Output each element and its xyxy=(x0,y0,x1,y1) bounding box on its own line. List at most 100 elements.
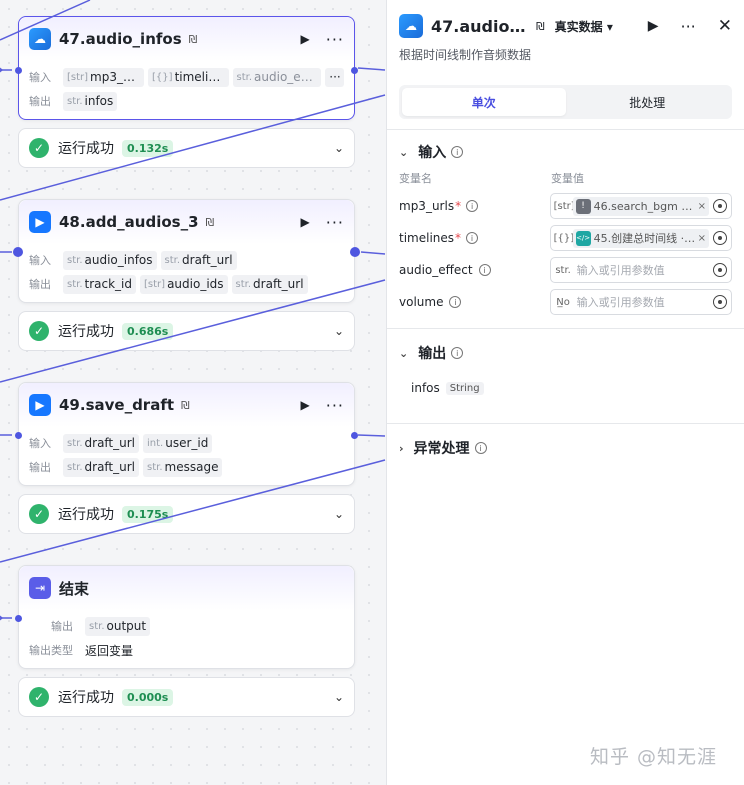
input-port[interactable] xyxy=(15,615,22,622)
run-test-button[interactable]: ▶ xyxy=(648,18,659,34)
more-options-button[interactable]: ··· xyxy=(326,213,344,232)
output-type: String xyxy=(445,381,484,395)
input-port[interactable] xyxy=(13,247,23,257)
node-inputs: 输入 [str] mp3_urls [{}] timelines str. audio… xyxy=(29,65,344,89)
node-add-audios[interactable]: ▶ 48.add_audios_3 ₪ ▶ ··· 输入 str. audio_i… xyxy=(13,199,360,303)
plugin-play-icon: ▶ xyxy=(29,394,51,416)
run-node-button[interactable]: ▶ xyxy=(301,215,310,229)
run-node-button[interactable]: ▶ xyxy=(301,398,310,412)
param-value-timelines[interactable]: [{}] </> 45.创建总时间线 · all_timelines × xyxy=(549,225,732,251)
value-input[interactable]: 输入或引用参数值 xyxy=(573,294,709,310)
info-icon[interactable]: i xyxy=(474,442,487,454)
outputs-label: 输出 xyxy=(29,278,51,291)
note-icon[interactable]: ₪ xyxy=(536,20,545,33)
param-name: timelines * i xyxy=(399,231,550,245)
col-name-label: 变量名 xyxy=(399,172,432,185)
node-end[interactable]: ⇥ 结束 输出 str. output 输出类型 返回变量 xyxy=(15,565,355,669)
input-tag-mp3-urls: [str] mp3_urls xyxy=(63,67,145,87)
output-name: infos xyxy=(411,381,440,395)
more-options-button[interactable]: ··· xyxy=(326,30,344,49)
info-icon[interactable]: i xyxy=(451,347,464,359)
output-port[interactable] xyxy=(351,432,358,439)
run-time-badge: 0.686s xyxy=(122,322,174,340)
close-icon[interactable]: × xyxy=(698,233,706,244)
close-icon[interactable]: ✕ xyxy=(718,16,732,36)
chevron-down-icon[interactable]: ⌄ xyxy=(334,324,344,338)
node-title: 49.save_draft xyxy=(59,396,175,414)
variable-picker-icon[interactable] xyxy=(713,231,727,245)
output-type-value: 返回变量 xyxy=(85,643,134,658)
reference-text: 46.search_bgm · bgm xyxy=(593,199,696,213)
panel-description: 根据时间线制作音频数据 xyxy=(399,48,532,62)
node-header[interactable]: ☁ 47.audio_infos ₪ ▶ ··· xyxy=(19,17,354,61)
tab-batch[interactable]: 批处理 xyxy=(566,88,730,116)
variable-picker-icon[interactable] xyxy=(713,263,727,277)
note-icon[interactable]: ₪ xyxy=(206,216,215,229)
node-outputs: 输出 str. draft_url str. message xyxy=(29,455,344,479)
chevron-down-icon[interactable]: ⌄ xyxy=(334,141,344,155)
node-header[interactable]: ▶ 48.add_audios_3 ₪ ▶ ··· xyxy=(19,200,354,244)
note-icon[interactable]: ₪ xyxy=(181,399,190,412)
param-column-header: 变量名 变量值 xyxy=(387,166,744,190)
data-mode-dropdown[interactable]: 真实数据 ▾ xyxy=(555,18,613,35)
input-port[interactable] xyxy=(15,67,22,74)
chevron-down-icon[interactable]: ⌄ xyxy=(399,347,408,360)
chevron-down-icon[interactable]: ⌄ xyxy=(399,146,408,159)
run-status-bar[interactable]: ✓ 运行成功 0.686s ⌄ xyxy=(18,311,355,351)
node-outputs: 输出 str. track_id [str] audio_ids str. draft… xyxy=(29,272,344,296)
more-options-button[interactable]: ··· xyxy=(326,396,344,415)
info-icon[interactable]: i xyxy=(451,146,464,158)
info-icon[interactable]: i xyxy=(466,200,479,212)
param-value-volume[interactable]: N̲o 输入或引用参数值 xyxy=(549,289,732,315)
node-save-draft[interactable]: ▶ 49.save_draft ₪ ▶ ··· 输入 str. draft_url… xyxy=(15,382,358,486)
output-section-header[interactable]: ⌄ 输出 i xyxy=(387,339,744,367)
node-header[interactable]: ▶ 49.save_draft ₪ ▶ ··· xyxy=(19,383,354,427)
note-icon[interactable]: ₪ xyxy=(189,33,198,46)
reference-chip[interactable]: </> 45.创建总时间线 · all_timelines × xyxy=(572,228,709,248)
info-icon[interactable]: i xyxy=(466,232,479,244)
chevron-down-icon[interactable]: ⌄ xyxy=(334,507,344,521)
col-value-label: 变量值 xyxy=(551,172,584,185)
chevron-down-icon[interactable]: ⌄ xyxy=(334,690,344,704)
outputs-label: 输出 xyxy=(51,620,73,633)
info-icon[interactable]: i xyxy=(449,296,462,308)
run-time-badge: 0.132s xyxy=(122,139,174,157)
error-section-header[interactable]: › 异常处理 i xyxy=(387,434,744,462)
outputs-label: 输出 xyxy=(29,95,51,108)
param-value-audio-effect[interactable]: str. 输入或引用参数值 xyxy=(549,257,732,283)
chevron-right-icon[interactable]: › xyxy=(399,442,404,455)
more-inputs-tag[interactable]: ··· xyxy=(325,67,344,87)
node-title: 结束 xyxy=(59,579,90,598)
variable-picker-icon[interactable] xyxy=(713,295,727,309)
info-icon[interactable]: i xyxy=(478,264,491,276)
run-status-bar[interactable]: ✓ 运行成功 0.132s ⌄ xyxy=(18,128,355,168)
node-header[interactable]: ⇥ 结束 xyxy=(19,566,354,610)
input-section-header[interactable]: ⌄ 输入 i xyxy=(387,138,744,166)
node-title: 47.audio_infos xyxy=(59,30,182,48)
run-status-bar[interactable]: ✓ 运行成功 0.175s ⌄ xyxy=(18,494,355,534)
more-options-button[interactable]: ··· xyxy=(680,17,695,36)
divider xyxy=(387,129,744,130)
close-icon[interactable]: × xyxy=(698,201,706,212)
param-row-audio-effect: audio_effect i str. 输入或引用参数值 xyxy=(387,254,744,286)
node-audio-infos[interactable]: ☁ 47.audio_infos ₪ ▶ ··· 输入 [str] mp3_url… xyxy=(15,16,358,120)
workflow-canvas[interactable]: ☁ 47.audio_infos ₪ ▶ ··· 输入 [str] mp3_url… xyxy=(0,0,386,785)
run-time-badge: 0.000s xyxy=(122,688,174,706)
run-node-button[interactable]: ▶ xyxy=(301,32,310,46)
input-port[interactable] xyxy=(15,432,22,439)
input-tag-user-id: int. user_id xyxy=(143,433,213,453)
status-text: 运行成功 xyxy=(58,690,114,706)
param-value-mp3-urls[interactable]: [str] ! 46.search_bgm · bgm × xyxy=(549,193,732,219)
reference-text: 45.创建总时间线 · all_timelines xyxy=(593,232,696,245)
variable-picker-icon[interactable] xyxy=(713,199,727,213)
code-icon: </> xyxy=(575,230,591,246)
value-input[interactable]: 输入或引用参数值 xyxy=(573,262,709,278)
type-indicator: str. xyxy=(555,264,571,276)
reference-chip[interactable]: ! 46.search_bgm · bgm × xyxy=(572,196,709,216)
tab-single[interactable]: 单次 xyxy=(402,88,566,116)
output-port[interactable] xyxy=(351,67,358,74)
warning-icon: ! xyxy=(575,198,591,214)
output-row-infos: infos String xyxy=(387,377,744,399)
run-status-bar[interactable]: ✓ 运行成功 0.000s ⌄ xyxy=(18,677,355,717)
output-port[interactable] xyxy=(350,247,360,257)
